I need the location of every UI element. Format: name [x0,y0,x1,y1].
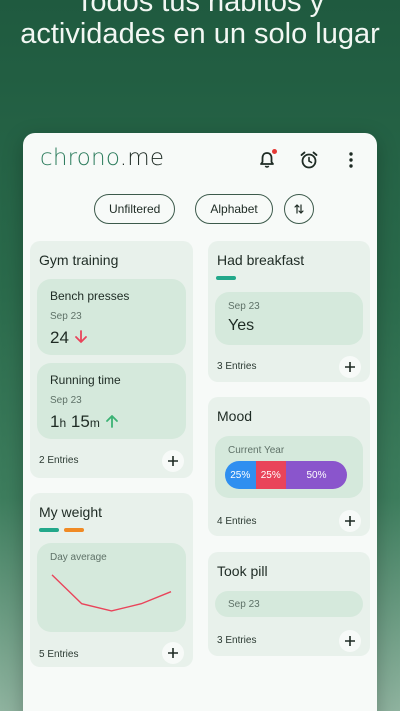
tile-value: Yes [228,317,255,334]
card-title: Mood [217,408,253,424]
add-entry-button[interactable] [162,642,184,664]
mood-segment: 25% [225,461,256,489]
add-entry-button[interactable] [162,450,184,472]
bench-presses-tile[interactable]: Bench presses Sep 23 24 [37,279,186,355]
card-title: Took pill [217,563,268,579]
plus-icon [345,636,355,646]
my-weight-card[interactable]: My weight Day average 5 Entries [30,493,193,667]
headline-line1: Todos tus hábitos y [75,0,325,18]
app-screen: chrono.me Unfiltered Alphabet Gym traini… [23,133,377,711]
card-title: Had breakfast [217,252,305,268]
alarm-button[interactable] [295,147,323,173]
took-pill-card[interactable]: Took pill Sep 23 3 Entries [208,552,370,656]
arrow-up-icon [105,415,118,428]
category-color-bar [39,528,59,532]
filter-bar: Unfiltered Alphabet [94,194,314,224]
entries-count: 3 Entries [217,635,257,646]
weight-line-chart [51,574,172,612]
entries-count: 2 Entries [39,455,79,466]
tile-date: Sep 23 [228,599,260,610]
tile-date: Sep 23 [50,395,82,406]
weight-series-line [51,574,172,612]
more-options-button[interactable] [337,147,365,173]
sort-arrows-icon [294,204,304,214]
tile-title: Bench presses [50,289,130,303]
add-entry-button[interactable] [339,510,361,532]
arrow-down-icon [74,330,87,343]
sort-alphabet-chip[interactable]: Alphabet [195,194,273,224]
notification-badge [272,149,277,154]
pill-tile[interactable]: Sep 23 [215,591,363,617]
add-entry-button[interactable] [339,630,361,652]
headline-line2: actividades en un solo lugar [20,18,380,50]
app-bar: chrono.me [40,145,365,173]
sort-direction-button[interactable] [283,194,314,224]
tile-title: Running time [50,373,121,387]
notifications-button[interactable] [253,147,281,173]
mood-distribution-bar: 25% 25% 50% [225,461,347,489]
card-title: My weight [39,504,103,520]
entries-count: 4 Entries [217,516,257,527]
filter-unfiltered-chip[interactable]: Unfiltered [94,194,176,224]
tile-date: Sep 23 [50,311,82,322]
mood-card[interactable]: Mood Current Year 25% 25% 50% 4 Entries [208,397,370,536]
plus-icon [168,648,178,658]
category-color-bar [216,276,236,280]
mood-segment: 50% [286,461,347,489]
headline: Todos tus hábitos y actividades en un so… [0,0,400,50]
mood-segment: 25% [255,461,286,489]
category-color-bar [64,528,84,532]
mood-tile[interactable]: Current Year 25% 25% 50% [215,436,363,498]
running-time-tile[interactable]: Running time Sep 23 1h 15m [37,363,186,439]
entries-count: 3 Entries [217,361,257,372]
alarm-clock-icon [300,151,318,169]
breakfast-tile[interactable]: Sep 23 Yes [215,292,363,345]
had-breakfast-card[interactable]: Had breakfast Sep 23 Yes 3 Entries [208,241,370,382]
tile-value: 1h 15m [50,412,119,432]
more-vert-icon [349,152,353,168]
tile-label: Current Year [228,445,285,456]
weight-chart-tile[interactable]: Day average [37,543,186,632]
add-entry-button[interactable] [339,356,361,378]
entries-count: 5 Entries [39,649,79,660]
gym-training-card[interactable]: Gym training Bench presses Sep 23 24 Run… [30,241,193,478]
plus-icon [168,456,178,466]
tile-date: Sep 23 [228,301,260,312]
tile-value: 24 [50,328,88,348]
plus-icon [345,362,355,372]
plus-icon [345,516,355,526]
card-title: Gym training [39,252,119,268]
